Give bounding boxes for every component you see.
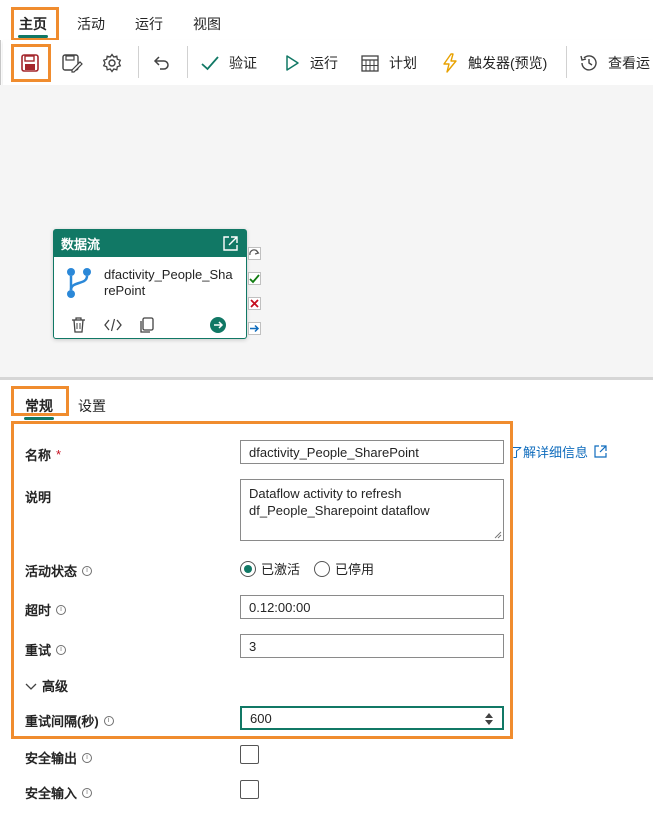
- tab-activities[interactable]: 活动: [77, 14, 105, 34]
- play-icon: [286, 54, 299, 71]
- success-connector-icon[interactable]: [248, 272, 261, 285]
- open-external-icon[interactable]: [222, 235, 239, 252]
- schedule-label: 计划: [389, 54, 417, 71]
- view-runs-button[interactable]: 查看运: [579, 40, 650, 85]
- activity-output-connectors: [248, 247, 262, 347]
- dataflow-activity-card[interactable]: 数据流 dfactivity_People_SharePoint: [53, 229, 247, 339]
- highlight-general-settings: [11, 421, 513, 739]
- save-edit-icon: [62, 53, 83, 73]
- completion-connector-icon[interactable]: [248, 322, 261, 335]
- info-icon[interactable]: i: [82, 787, 93, 798]
- validate-button[interactable]: 验证: [200, 40, 257, 85]
- activity-body: dfactivity_People_SharePoint: [54, 257, 246, 312]
- active-panel-tab-indicator: [24, 417, 54, 420]
- secure-input-label: 安全输入 i: [25, 783, 93, 802]
- secure-output-checkbox[interactable]: [240, 745, 259, 764]
- undo-icon: [153, 55, 169, 70]
- save-as-button[interactable]: [61, 40, 83, 85]
- toolbar: 验证 运行 计划 触发器(预览) 查看运: [3, 40, 653, 85]
- info-icon[interactable]: i: [82, 752, 93, 763]
- validate-label: 验证: [229, 54, 257, 71]
- schedule-button[interactable]: 计划: [360, 40, 417, 85]
- toolbar-separator: [187, 46, 188, 78]
- learn-more-label: 了解详细信息: [510, 445, 589, 460]
- secure-input-checkbox[interactable]: [240, 780, 259, 799]
- undo-button[interactable]: [151, 40, 171, 85]
- dataflow-icon: [67, 268, 91, 298]
- delete-icon[interactable]: [71, 317, 86, 333]
- highlight-save-button: [11, 44, 51, 82]
- activity-footer: [54, 312, 246, 338]
- toolbar-separator: [566, 46, 567, 78]
- run-label: 运行: [310, 54, 338, 71]
- copy-icon[interactable]: [139, 317, 154, 333]
- code-icon[interactable]: [104, 318, 122, 332]
- highlight-home-tab: [11, 7, 59, 41]
- activity-header: 数据流: [54, 230, 246, 257]
- history-icon: [580, 54, 597, 71]
- toolbar-separator: [138, 46, 139, 78]
- activity-name: dfactivity_People_SharePoint: [104, 267, 233, 298]
- run-button[interactable]: 运行: [283, 40, 338, 85]
- checkmark-icon: [201, 55, 219, 70]
- secure-output-label: 安全输出 i: [25, 748, 93, 767]
- trigger-button[interactable]: 触发器(预览): [441, 40, 547, 85]
- secure-output-label-text: 安全输出: [25, 751, 78, 766]
- gear-icon: [102, 52, 122, 73]
- failure-connector-icon[interactable]: [248, 297, 261, 310]
- learn-more-link[interactable]: 了解详细信息: [510, 442, 607, 461]
- tab-settings[interactable]: 设置: [78, 396, 106, 416]
- skip-connector-icon[interactable]: [248, 247, 261, 260]
- secure-input-label-text: 安全输入: [25, 786, 78, 801]
- view-runs-label: 查看运: [608, 54, 650, 71]
- settings-button[interactable]: [102, 40, 122, 85]
- arrow-right-circle-icon[interactable]: [210, 317, 226, 333]
- highlight-general-tab: [11, 386, 69, 416]
- tab-run[interactable]: 运行: [135, 14, 163, 34]
- lightning-icon: [443, 52, 457, 73]
- activity-type-label: 数据流: [61, 237, 101, 252]
- trigger-label: 触发器(预览): [468, 54, 548, 71]
- tab-view[interactable]: 视图: [193, 14, 221, 34]
- ribbon-tabs: 主页 活动 运行 视图: [0, 0, 653, 40]
- calendar-icon: [361, 54, 379, 72]
- open-external-icon: [594, 445, 607, 458]
